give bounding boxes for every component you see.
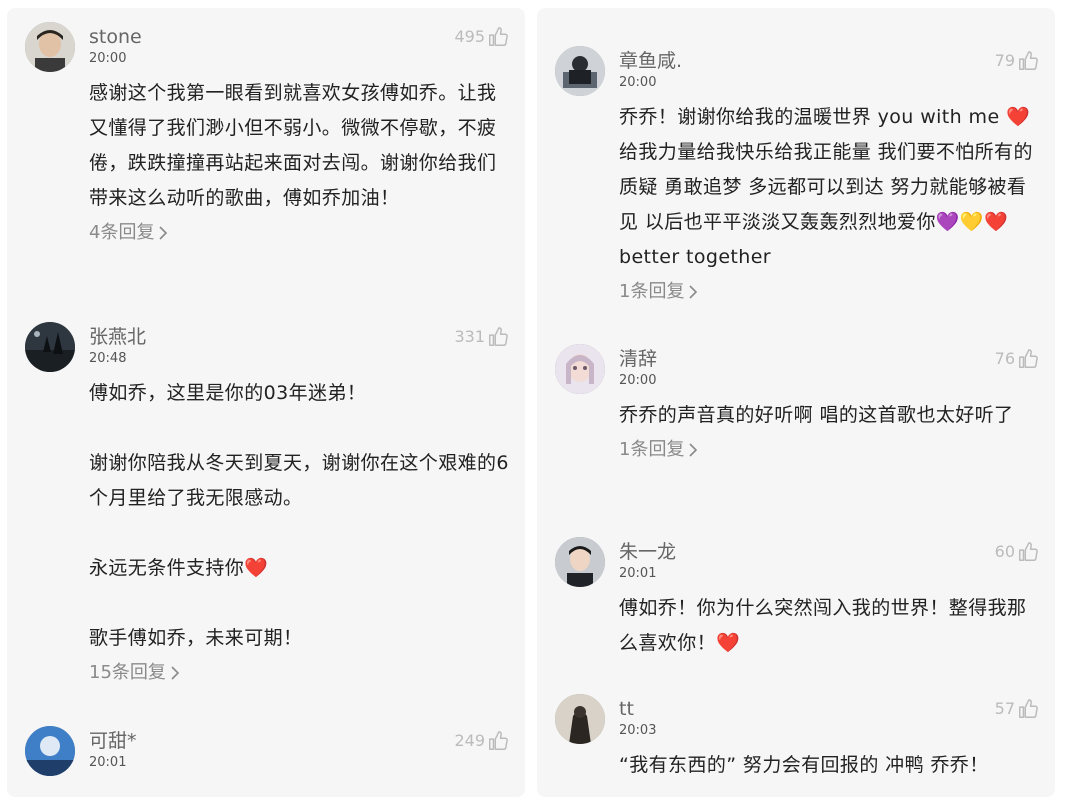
replies-link[interactable]: 1条回复 — [619, 435, 1039, 465]
comment-text-part: 歌手傅如乔，未来可期！ — [89, 627, 303, 649]
heart-emoji: ❤️ — [983, 211, 1009, 233]
like-button[interactable]: 76 — [995, 346, 1039, 372]
like-count: 60 — [994, 542, 1015, 561]
thumbs-up-icon[interactable] — [487, 326, 509, 348]
chevron-right-icon — [169, 665, 181, 681]
like-count: 76 — [994, 349, 1015, 368]
chevron-right-icon — [687, 284, 699, 300]
purple-heart-emoji: 💜 — [935, 211, 960, 233]
like-button[interactable]: 249 — [454, 728, 509, 754]
avatar[interactable] — [555, 694, 605, 744]
thumbs-up-icon[interactable] — [1017, 541, 1039, 563]
comment-text: 傅如乔！你为什么突然闯入我的世界！整得我那么喜欢你！❤️ — [619, 591, 1039, 661]
comment-text-part: 傅如乔！你为什么突然闯入我的世界！整得我那么喜欢你！ — [619, 597, 1027, 654]
username[interactable]: 清辞 — [619, 346, 1039, 372]
comment-text: 傅如乔，这里是你的03年迷弟！ 谢谢你陪我从冬天到夏天，谢谢你在这个艰难的6个月… — [89, 376, 509, 656]
username[interactable]: tt — [619, 696, 1039, 722]
comment-text-part: better together — [619, 246, 772, 268]
comment-text-part: 乔乔！谢谢你给我的温暖世界 you with me — [619, 106, 1006, 128]
comment-time: 20:00 — [89, 51, 127, 66]
comment-time: 20:01 — [619, 566, 657, 581]
replies-count: 4条回复 — [89, 222, 155, 243]
yellow-heart-emoji: 💛 — [959, 211, 984, 233]
thumbs-up-icon[interactable] — [1017, 698, 1039, 720]
comment-text: 乔乔！谢谢你给我的温暖世界 you with me ❤️ 给我力量给我快乐给我正… — [619, 100, 1039, 275]
heart-emoji: ❤️ — [244, 557, 269, 579]
thumbs-up-icon[interactable] — [487, 26, 509, 48]
like-count: 495 — [454, 27, 485, 46]
comment-time: 20:03 — [619, 723, 657, 738]
like-button[interactable]: 57 — [995, 696, 1039, 722]
username[interactable]: 可甜* — [89, 728, 509, 754]
replies-link[interactable]: 15条回复 — [89, 658, 509, 688]
username[interactable]: 张燕北 — [89, 324, 509, 350]
chevron-right-icon — [687, 442, 699, 458]
username[interactable]: stone — [89, 24, 509, 50]
username[interactable]: 朱一龙 — [619, 539, 1039, 565]
like-count: 57 — [994, 699, 1015, 718]
avatar[interactable] — [555, 344, 605, 394]
comment-text: “我有东西的” 努力会有回报的 冲鸭 乔乔！ — [619, 754, 989, 776]
comment-text-part: 傅如乔，这里是你的03年迷弟！ 谢谢你陪我从冬天到夏天，谢谢你在这个艰难的6个月… — [89, 382, 509, 579]
replies-link[interactable]: 4条回复 — [89, 218, 509, 248]
comment-time: 20:01 — [89, 755, 127, 770]
like-button[interactable]: 331 — [454, 324, 509, 350]
comment-column-left: stone 20:00 495 感谢这个我第一眼看到就喜欢女孩傅如乔。让我又懂得… — [7, 8, 525, 797]
comment-time: 20:00 — [619, 373, 657, 388]
avatar[interactable] — [25, 726, 75, 776]
like-button[interactable]: 60 — [995, 539, 1039, 565]
like-button[interactable]: 79 — [995, 48, 1039, 74]
comments-page: stone 20:00 495 感谢这个我第一眼看到就喜欢女孩傅如乔。让我又懂得… — [0, 0, 1066, 797]
replies-count: 15条回复 — [89, 662, 166, 683]
thumbs-up-icon[interactable] — [1017, 50, 1039, 72]
like-count: 79 — [994, 51, 1015, 70]
replies-link[interactable]: 1条回复 — [619, 277, 1039, 307]
replies-count: 1条回复 — [619, 439, 685, 460]
heart-emoji: ❤️ — [1005, 106, 1031, 128]
comment-text: 乔乔的声音真的好听啊 唱的这首歌也太好听了 — [619, 404, 1014, 426]
thumbs-up-icon[interactable] — [1017, 348, 1039, 370]
comment-text: 感谢这个我第一眼看到就喜欢女孩傅如乔。让我又懂得了我们渺小但不弱小。微微不停歇，… — [89, 82, 497, 209]
avatar[interactable] — [555, 537, 605, 587]
avatar[interactable] — [25, 322, 75, 372]
chevron-right-icon — [157, 225, 169, 241]
avatar[interactable] — [555, 46, 605, 96]
like-count: 331 — [454, 327, 485, 346]
replies-count: 1条回复 — [619, 281, 685, 302]
avatar[interactable] — [25, 22, 75, 72]
comment-time: 20:48 — [89, 351, 127, 366]
like-button[interactable]: 495 — [454, 24, 509, 50]
heart-emoji: ❤️ — [716, 632, 741, 654]
like-count: 249 — [454, 731, 485, 750]
comment-time: 20:00 — [619, 75, 657, 90]
thumbs-up-icon[interactable] — [487, 730, 509, 752]
comment-column-right: 章鱼咸. 20:00 79 乔乔！谢谢你给我的温暖世界 you with me … — [537, 8, 1055, 797]
username[interactable]: 章鱼咸. — [619, 48, 1039, 74]
